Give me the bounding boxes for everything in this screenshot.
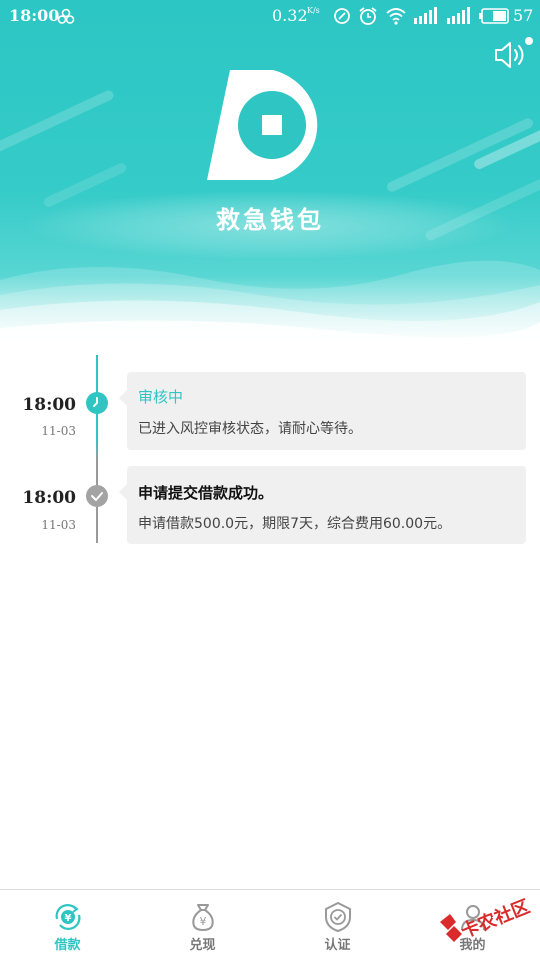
loan-icon: ¥ [55,904,81,930]
svg-text:¥: ¥ [65,913,72,924]
status-description: 申请借款500.0元，期限7天，综合费用60.00元。 [138,516,452,532]
brand-name: 救急钱包 [216,206,324,234]
timeline-line [96,355,98,543]
timeline-time: 18:00 [22,395,76,415]
status-bar: 18:00 0.32 K/s 57 [0,0,540,32]
timeline-date: 11-03 [41,424,76,438]
sound-icon [495,42,524,68]
nav-tab-verify[interactable]: 认证 [270,890,405,960]
status-card: 审核中 已进入风控审核状态，请耐心等待。 [119,372,526,450]
status-description: 已进入风控审核状态，请耐心等待。 [138,421,362,437]
status-title: 审核中 [138,388,184,406]
nav-label: 兑现 [189,938,216,953]
status-card: 申请提交借款成功。 申请借款500.0元，期限7天，综合费用60.00元。 [119,466,526,544]
signal-icon [414,7,437,24]
decor-streak [385,116,535,194]
decor-streak [0,88,116,162]
nfc-icon [334,8,350,24]
timeline-date: 11-03 [41,518,76,532]
battery-icon [479,8,509,24]
nav-tab-cash[interactable]: ¥ 兑现 [135,890,270,960]
decor-waves [0,260,540,345]
nav-label: 认证 [324,938,351,953]
sound-toggle-button[interactable] [493,40,529,70]
wifi-icon [386,8,406,25]
status-title: 申请提交借款成功。 [138,484,274,502]
clock-icon [86,392,108,414]
header-banner: 救急钱包 [0,0,540,345]
battery-level: 57 [513,6,534,25]
status-time: 18:00 [9,6,60,25]
money-bag-icon: ¥ [192,904,214,932]
signal-icon [447,7,470,24]
nav-tab-loan[interactable]: ¥ 借款 [0,890,135,960]
svg-text:¥: ¥ [200,915,207,928]
wind-icon [57,8,75,24]
check-icon [86,485,108,507]
alarm-icon [359,7,377,25]
shield-check-icon [325,902,351,932]
network-speed-unit: K/s [307,6,320,15]
loan-status-timeline: 18:00 11-03 审核中 已进入风控审核状态，请耐心等待。 18:00 1… [0,355,540,545]
nav-label: 借款 [54,938,81,953]
notification-dot [525,37,533,45]
timeline-time: 18:00 [22,488,76,508]
network-speed: 0.32 [272,6,308,25]
logo-icon [207,70,318,180]
